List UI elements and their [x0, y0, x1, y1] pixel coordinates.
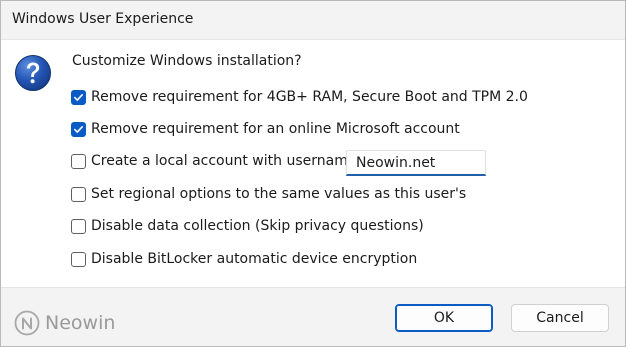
option-remove-hw-requirements[interactable]: Remove requirement for 4GB+ RAM, Secure … — [71, 87, 528, 107]
ok-button[interactable]: OK — [395, 304, 493, 332]
option-label: Disable data collection (Skip privacy qu… — [91, 218, 424, 234]
dialog-footer: Neowin OK Cancel — [1, 287, 625, 346]
option-create-local-account[interactable]: Create a local account with username: — [71, 151, 361, 171]
watermark-text: Neowin — [45, 312, 116, 334]
cancel-button[interactable]: Cancel — [511, 304, 609, 332]
option-disable-data-collection[interactable]: Disable data collection (Skip privacy qu… — [71, 216, 424, 236]
checkbox-disable-bitlocker[interactable] — [71, 251, 86, 267]
option-label: Remove requirement for an online Microso… — [91, 121, 460, 137]
neowin-logo-icon — [14, 310, 40, 336]
checkbox-remove-online-account[interactable] — [71, 121, 86, 137]
question-icon — [15, 55, 51, 91]
username-input[interactable] — [346, 150, 486, 176]
checkbox-regional-settings[interactable] — [71, 186, 86, 202]
option-label: Remove requirement for 4GB+ RAM, Secure … — [91, 89, 528, 105]
dialog-window: Windows User Experience Customize Window… — [0, 0, 626, 347]
title-bar[interactable]: Windows User Experience — [1, 1, 625, 40]
option-disable-bitlocker[interactable]: Disable BitLocker automatic device encry… — [71, 249, 417, 269]
window-title: Windows User Experience — [12, 11, 194, 27]
option-label: Set regional options to the same values … — [91, 186, 467, 202]
option-label: Disable BitLocker automatic device encry… — [91, 251, 418, 267]
option-label: Create a local account with username: — [91, 153, 362, 169]
checkbox-remove-hw-requirements[interactable] — [71, 89, 86, 105]
checkmark-icon — [74, 93, 83, 101]
option-regional-settings[interactable]: Set regional options to the same values … — [71, 184, 466, 204]
neowin-watermark: Neowin — [14, 310, 115, 336]
checkmark-icon — [74, 125, 83, 133]
option-remove-online-account[interactable]: Remove requirement for an online Microso… — [71, 119, 460, 139]
checkbox-create-local-account[interactable] — [71, 153, 86, 169]
prompt-text: Customize Windows installation? — [72, 53, 302, 69]
checkbox-disable-data-collection[interactable] — [71, 218, 86, 234]
